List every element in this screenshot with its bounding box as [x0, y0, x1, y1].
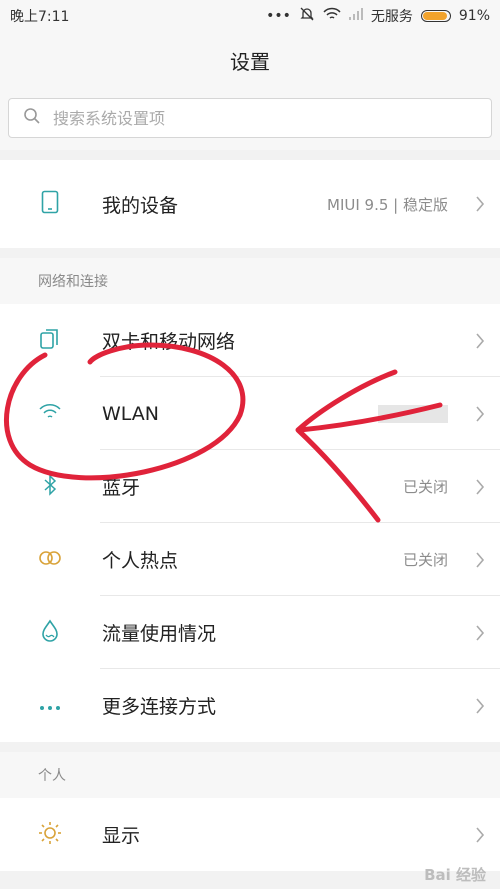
wifi-icon [39, 403, 61, 424]
wlan-ssid-redacted [378, 404, 448, 423]
status-icons: ••• 无服务 91% [266, 6, 490, 26]
chevron-right-icon [460, 624, 500, 641]
wlan-label: WLAN [102, 402, 160, 425]
dual-sim-icon [39, 328, 61, 354]
more-dots-status-icon: ••• [266, 8, 291, 24]
search-container [0, 88, 500, 150]
signal-icon [348, 8, 363, 24]
chevron-right-icon [460, 478, 500, 495]
wifi-status-icon [323, 7, 341, 25]
sidebar-item-data-usage[interactable]: 流量使用情况 [0, 596, 500, 669]
bluetooth-status: 已关闭 [402, 478, 448, 496]
data-usage-icon [40, 619, 60, 647]
sidebar-item-dual-sim[interactable]: 双卡和移动网络 [0, 304, 500, 377]
search-icon [23, 107, 41, 129]
chevron-right-icon [460, 196, 500, 212]
sidebar-item-display[interactable]: 显示 [0, 798, 500, 871]
hotspot-status: 已关闭 [402, 551, 448, 569]
brightness-icon [38, 821, 62, 849]
personal-section: 显示 [0, 798, 500, 871]
chevron-right-icon [460, 405, 500, 422]
status-bar: 晚上7:11 ••• 无服务 91% [0, 0, 500, 32]
sidebar-item-bluetooth[interactable]: 蓝牙 已关闭 [0, 450, 500, 523]
search-box[interactable] [8, 98, 492, 138]
network-section-title: 网络和连接 [0, 258, 500, 304]
chevron-right-icon [460, 697, 500, 714]
sidebar-item-wlan[interactable]: WLAN [0, 377, 500, 450]
status-time: 晚上7:11 [10, 9, 70, 25]
battery-percent: 91% [458, 8, 490, 24]
my-device-label: 我的设备 [102, 194, 179, 217]
mute-icon [299, 6, 315, 26]
chevron-right-icon [460, 332, 500, 349]
chevron-right-icon [460, 551, 500, 568]
carrier-status: 无服务 [370, 9, 413, 25]
hotspot-icon [38, 550, 62, 570]
dual-sim-label: 双卡和移动网络 [102, 331, 236, 353]
watermark: Bai 经验 [424, 866, 486, 884]
bluetooth-icon [42, 473, 58, 500]
more-connections-label: 更多连接方式 [102, 696, 217, 718]
search-input[interactable] [51, 107, 477, 129]
chevron-right-icon [460, 826, 500, 843]
personal-section-title: 个人 [0, 752, 500, 798]
divider [0, 150, 500, 160]
my-device-row[interactable]: 我的设备 MIUI 9.5 | 稳定版 [0, 160, 500, 248]
data-usage-label: 流量使用情况 [102, 623, 217, 645]
my-device-version: MIUI 9.5 | 稳定版 [327, 195, 448, 214]
sidebar-item-more-connections[interactable]: 更多连接方式 [0, 669, 500, 742]
hotspot-label: 个人热点 [102, 550, 179, 572]
my-device-section: 我的设备 MIUI 9.5 | 稳定版 [0, 160, 500, 248]
page-title: 设置 [0, 32, 500, 88]
bluetooth-label: 蓝牙 [102, 477, 141, 499]
more-dots-icon [39, 696, 61, 715]
sidebar-item-hotspot[interactable]: 个人热点 已关闭 [0, 523, 500, 596]
network-section: 双卡和移动网络 WLAN 蓝牙 已关闭 个人热点 已关闭 流量使用情况 更多连接… [0, 304, 500, 742]
phone-icon [41, 190, 59, 218]
battery-icon [420, 10, 451, 22]
display-label: 显示 [102, 825, 141, 847]
